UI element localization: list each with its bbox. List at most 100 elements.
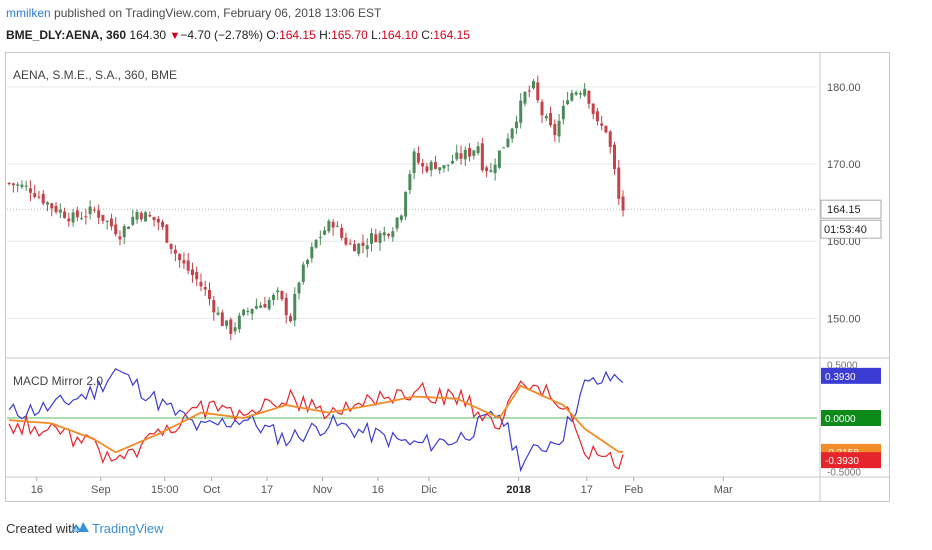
- candle-body: [455, 152, 459, 160]
- candle-body: [254, 306, 258, 309]
- candle-body: [301, 264, 305, 282]
- time-tick-label: 15:00: [151, 484, 179, 496]
- candle-body: [489, 170, 493, 172]
- candle-body: [41, 193, 45, 204]
- candle-body: [561, 105, 565, 120]
- candle-body: [404, 191, 408, 217]
- candle-body: [378, 233, 382, 243]
- candle-body: [502, 147, 506, 149]
- time-tick-label: Mar: [714, 484, 733, 496]
- price-tick-label: 150.00: [827, 313, 861, 325]
- candle-body: [212, 299, 216, 313]
- candle-body: [182, 260, 186, 264]
- candle-body: [485, 167, 489, 172]
- candle-body: [67, 218, 71, 222]
- candle-body: [152, 216, 156, 221]
- created-with-text: Created with: [6, 521, 79, 536]
- close-label: C:: [421, 28, 434, 42]
- candle-body: [229, 319, 233, 334]
- price-tick-label: 170.00: [827, 159, 861, 171]
- candle-body: [199, 281, 203, 287]
- low-label: L:: [371, 28, 382, 42]
- candle-body: [148, 214, 152, 217]
- candle-body: [131, 216, 135, 225]
- candle-body: [480, 143, 484, 171]
- candle-body: [348, 243, 352, 245]
- candle-body: [600, 123, 604, 126]
- candle-body: [553, 124, 557, 136]
- candle-body: [352, 244, 356, 252]
- open-value: 164.15: [279, 28, 316, 42]
- candle-body: [161, 221, 165, 227]
- candle-body: [374, 234, 378, 243]
- candle-body: [190, 269, 194, 276]
- candle-body: [514, 121, 518, 129]
- macd-value-label: 0.0000: [825, 414, 856, 425]
- macd-tick-label: -0.5000: [827, 468, 861, 479]
- candle-body: [395, 217, 399, 229]
- candle-body: [510, 128, 514, 139]
- candle-body: [280, 291, 284, 300]
- time-tick-label: 2018: [506, 484, 530, 496]
- price-pane-title: AENA, S.M.E., S.A., 360, BME: [13, 68, 177, 82]
- candle-body: [621, 196, 625, 211]
- candle-body: [97, 210, 101, 218]
- candle-body: [50, 203, 54, 209]
- candle-body: [331, 221, 335, 228]
- candle-body: [242, 309, 246, 316]
- candle-body: [468, 148, 472, 157]
- candle-body: [451, 161, 454, 164]
- candle-body: [335, 225, 339, 227]
- candle-body: [63, 211, 67, 218]
- chart-frame[interactable]: 150.00 160.00 170.00 180.00 164.15 01:53:40 -0…: [5, 52, 890, 502]
- candle-body: [327, 220, 331, 232]
- candle-body: [523, 92, 527, 104]
- candle-body: [587, 90, 591, 104]
- candle-body: [203, 287, 207, 290]
- high-label: H:: [319, 28, 332, 42]
- candle-body: [16, 184, 20, 186]
- candle-body: [463, 149, 467, 160]
- macd-value-label: 0.3930: [825, 372, 856, 383]
- candle-body: [216, 312, 220, 315]
- price-change: −4.70 (−2.78%): [180, 28, 264, 42]
- countdown-label: 01:53:40: [824, 224, 867, 236]
- candle-body: [11, 183, 15, 186]
- candle-body: [156, 218, 160, 223]
- ohlc-line: BME_DLY:AENA, 360 164.30 ▼−4.70 (−2.78%)…: [6, 28, 470, 42]
- candle-body: [344, 237, 348, 245]
- candle-body: [549, 113, 553, 126]
- candle-body: [613, 144, 616, 170]
- time-tick-label: 17: [581, 484, 593, 496]
- chart-header: mmilken published on TradingView.com, Fe…: [0, 0, 932, 50]
- time-tick-label: Nov: [313, 484, 333, 496]
- down-arrow-icon: ▼: [169, 30, 181, 42]
- publish-info: published on TradingView.com, February 0…: [54, 6, 382, 20]
- last-price-label: 164.15: [827, 204, 861, 216]
- candle-body: [37, 196, 41, 198]
- candle-body: [33, 193, 37, 197]
- candle-body: [544, 116, 548, 119]
- tradingview-link[interactable]: TradingView: [92, 521, 164, 536]
- candle-body: [318, 236, 322, 238]
- candle-body: [186, 260, 190, 271]
- candle-body: [118, 236, 122, 240]
- candle-body: [416, 153, 420, 163]
- candle-body: [135, 211, 139, 220]
- candle-body: [472, 150, 476, 156]
- tradingview-logo-icon[interactable]: [70, 518, 90, 536]
- candle-body: [399, 215, 403, 220]
- author-link[interactable]: mmilken: [6, 6, 51, 20]
- macd-value-label: -0.3930: [825, 456, 859, 467]
- candle-body: [263, 304, 267, 308]
- candle-body: [459, 153, 463, 159]
- candle-body: [314, 239, 318, 248]
- candle-body: [578, 93, 582, 95]
- candle-body: [144, 212, 148, 222]
- candle-body: [173, 249, 177, 254]
- candle-body: [421, 162, 425, 167]
- candle-body: [122, 226, 126, 238]
- candle-body: [195, 272, 199, 280]
- chart-canvas[interactable]: 150.00160.00170.00180.00164.1501:53:40-0…: [5, 52, 890, 502]
- candle-body: [540, 101, 544, 116]
